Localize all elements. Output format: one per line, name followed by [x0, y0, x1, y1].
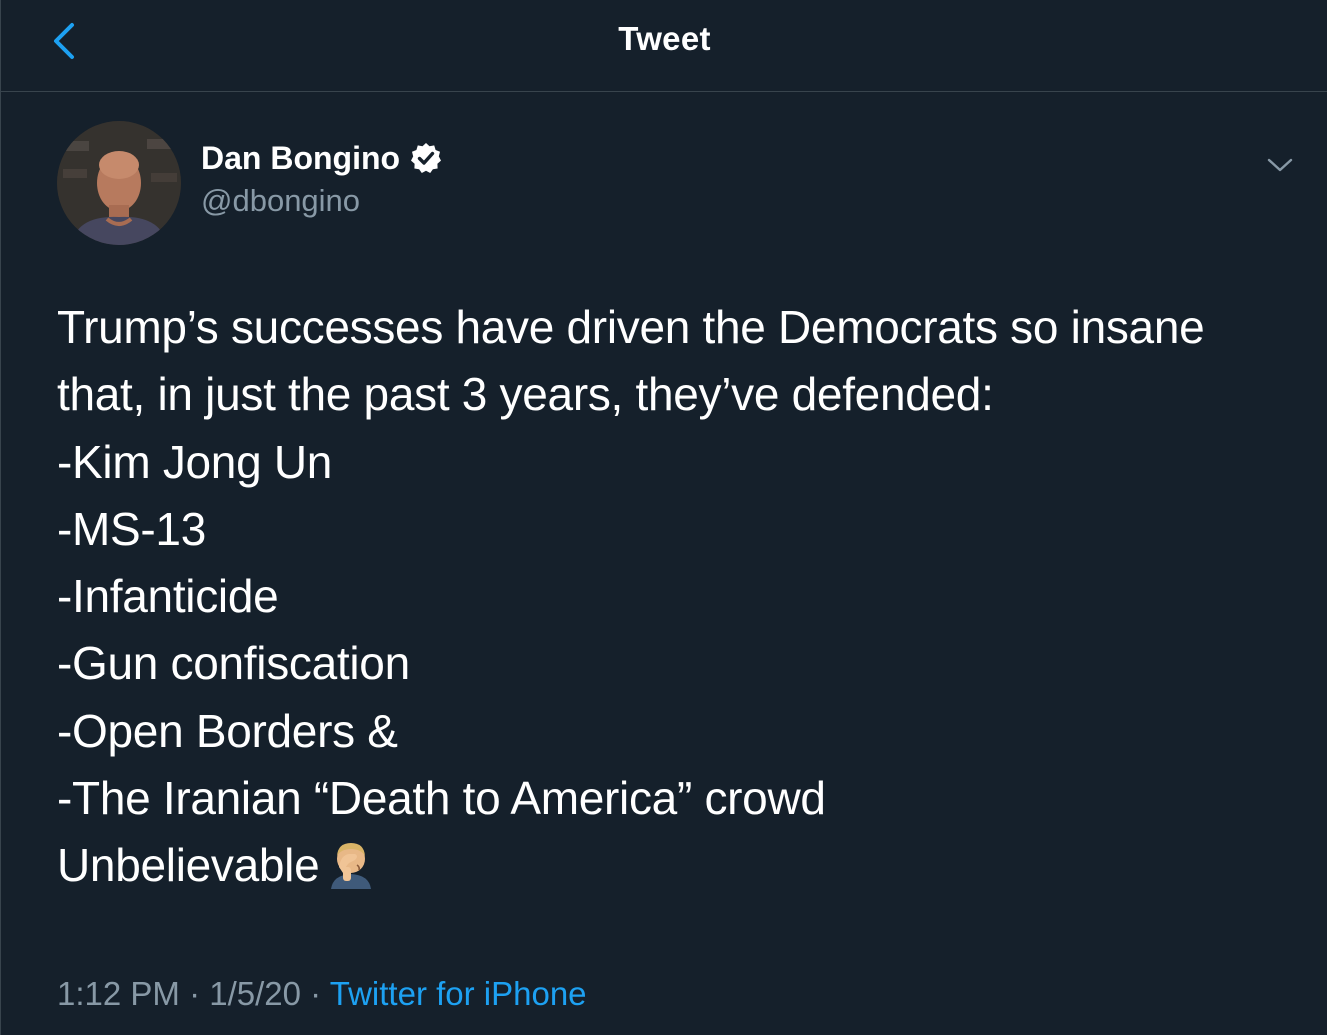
- tweet-meta: 1:12 PM · 1/5/20 · Twitter for iPhone: [57, 975, 587, 1013]
- tweet-line: -MS-13: [57, 502, 207, 555]
- source-link[interactable]: Twitter for iPhone: [330, 975, 587, 1012]
- display-name-row: Dan Bongino: [201, 140, 442, 177]
- tweet-date: 1/5/20: [209, 975, 301, 1012]
- author-names: Dan Bongino @dbongino: [201, 140, 442, 219]
- tweet-detail-screen: Tweet Dan Bongino @dbongino Trump’s succ…: [0, 0, 1327, 1035]
- top-bar: Tweet: [1, 0, 1327, 92]
- tweet-line: Trump’s successes have driven the Democr…: [57, 301, 1205, 353]
- display-name[interactable]: Dan Bongino: [201, 140, 400, 177]
- tweet-time: 1:12 PM: [57, 975, 180, 1012]
- man-facepalming-emoji: [331, 843, 372, 890]
- verified-badge-icon: [411, 143, 442, 173]
- tweet-line: -Open Borders &: [57, 704, 398, 757]
- tweet-line: -Kim Jong Un: [57, 435, 333, 488]
- author-handle[interactable]: @dbongino: [201, 183, 442, 219]
- tweet-line: that, in just the past 3 years, they’ve …: [57, 368, 994, 421]
- avatar[interactable]: [57, 121, 181, 245]
- tweet-text: Trump’s successes have driven the Democr…: [57, 294, 1277, 900]
- chevron-down-icon: [1267, 158, 1293, 172]
- tweet-author: Dan Bongino @dbongino: [57, 121, 442, 245]
- tweet-line-last: Unbelievable: [57, 832, 1277, 899]
- tweet-line: -Infanticide: [57, 570, 279, 623]
- meta-separator: ·: [310, 975, 322, 1012]
- tweet-line: -The Iranian “Death to America” crowd: [57, 772, 826, 825]
- more-options-button[interactable]: [1263, 150, 1297, 180]
- tweet-line-text: Unbelievable: [57, 839, 320, 892]
- tweet-line: -Gun confiscation: [57, 637, 410, 690]
- meta-separator: ·: [189, 975, 201, 1012]
- page-title: Tweet: [618, 20, 711, 57]
